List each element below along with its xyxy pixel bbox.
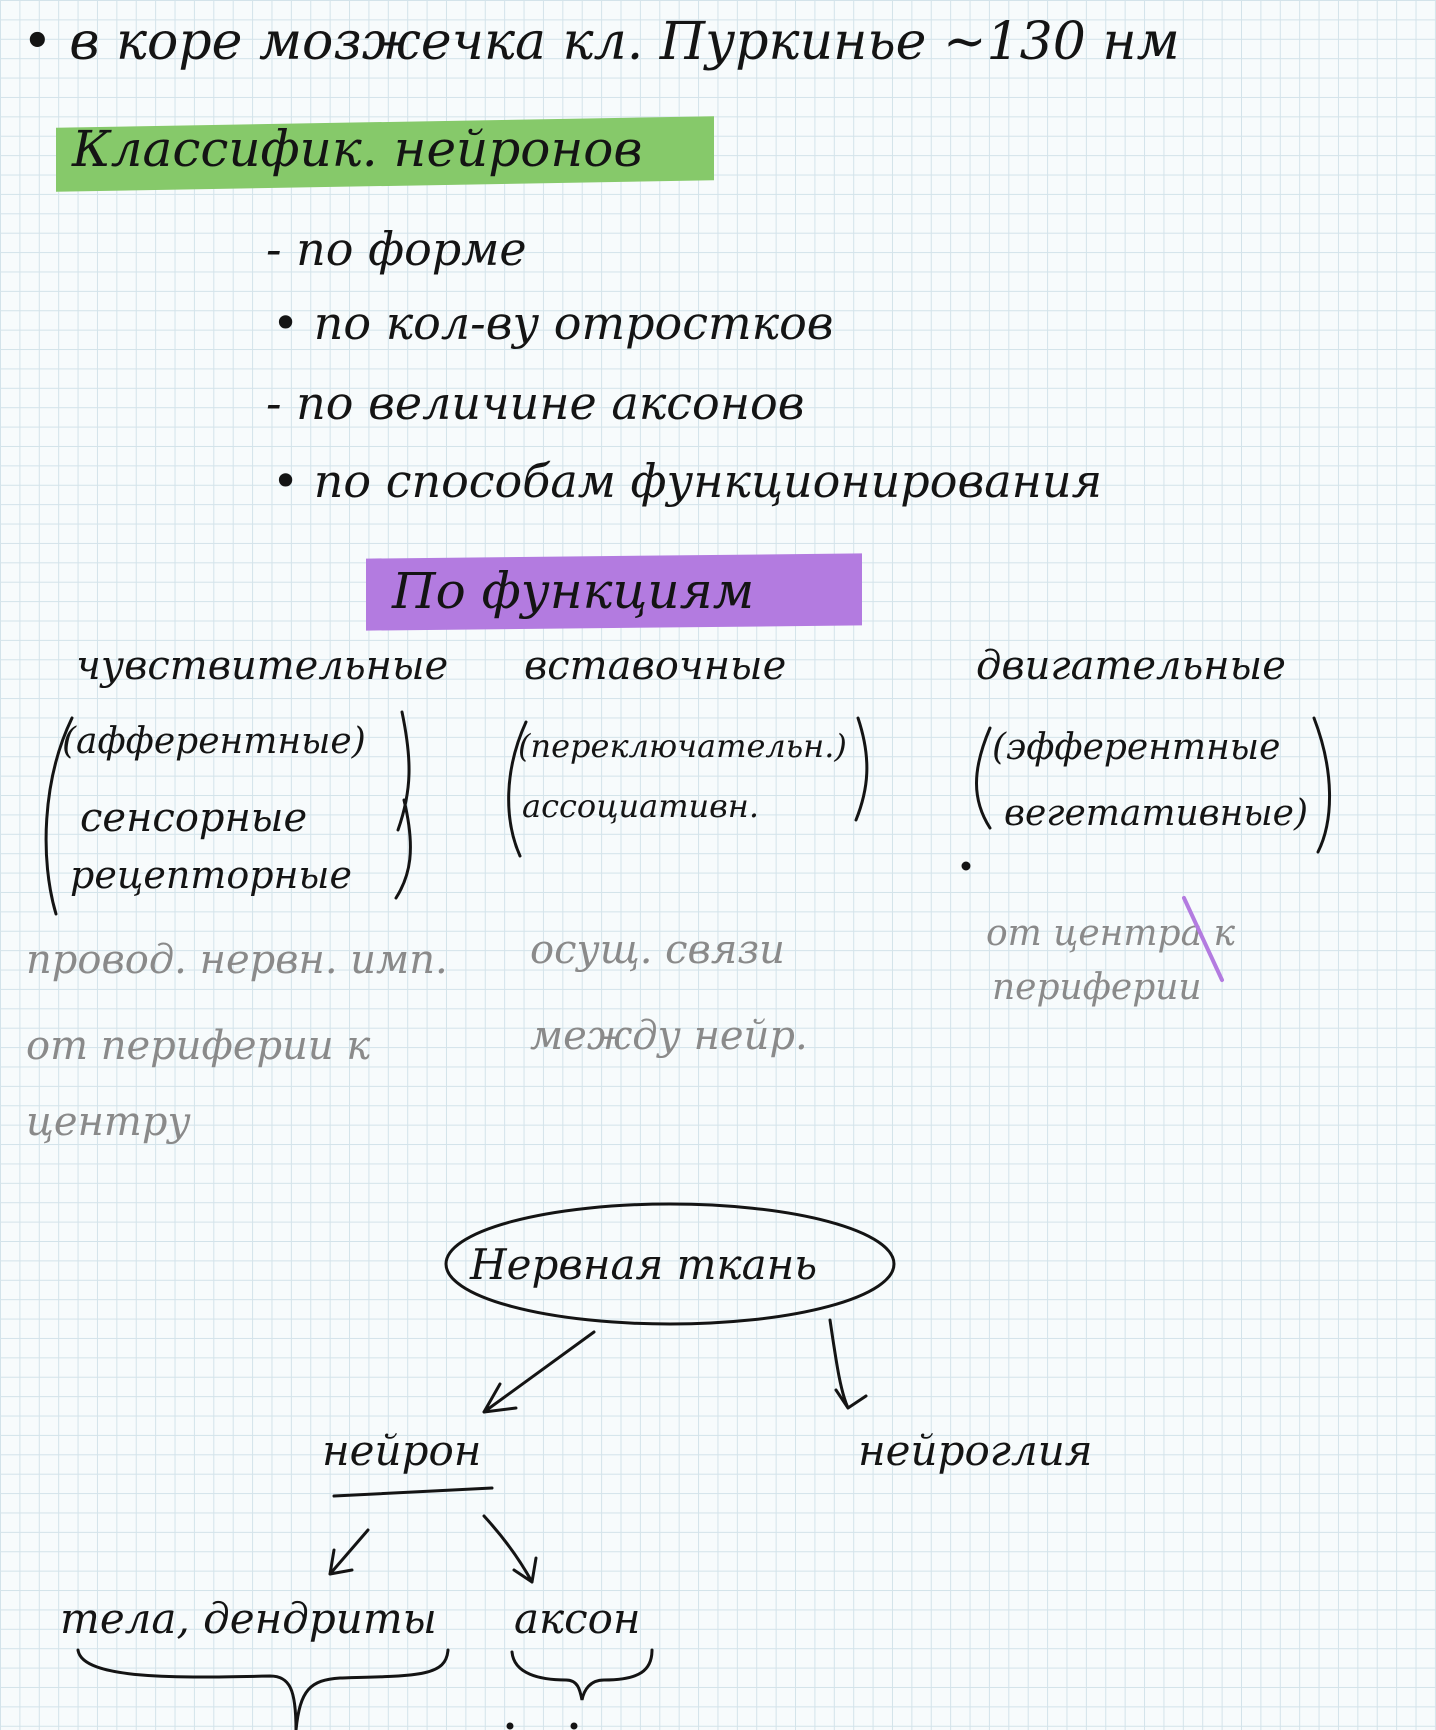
arrow-to-glia (828, 1318, 868, 1410)
arrow-to-axon (482, 1514, 538, 1584)
stray-dot (570, 1722, 578, 1730)
purple-stroke (1182, 896, 1224, 982)
sensory-close-bracket (394, 710, 412, 900)
intercalary-open-bracket (507, 720, 528, 858)
sensory-open-bracket (44, 716, 74, 916)
neuron-underline (332, 1486, 494, 1498)
axon-brace (510, 1648, 654, 1701)
stray-dot (506, 1722, 514, 1730)
body-brace (76, 1648, 450, 1730)
stray-dot (961, 861, 971, 871)
arrow-to-neuron (482, 1330, 596, 1414)
arrow-to-body (328, 1528, 370, 1576)
intercalary-close-bracket (854, 716, 869, 822)
motor-open-bracket (975, 726, 992, 830)
sketch-strokes (44, 710, 1331, 1730)
motor-close-bracket (1312, 716, 1331, 854)
root-oval (444, 1202, 896, 1326)
